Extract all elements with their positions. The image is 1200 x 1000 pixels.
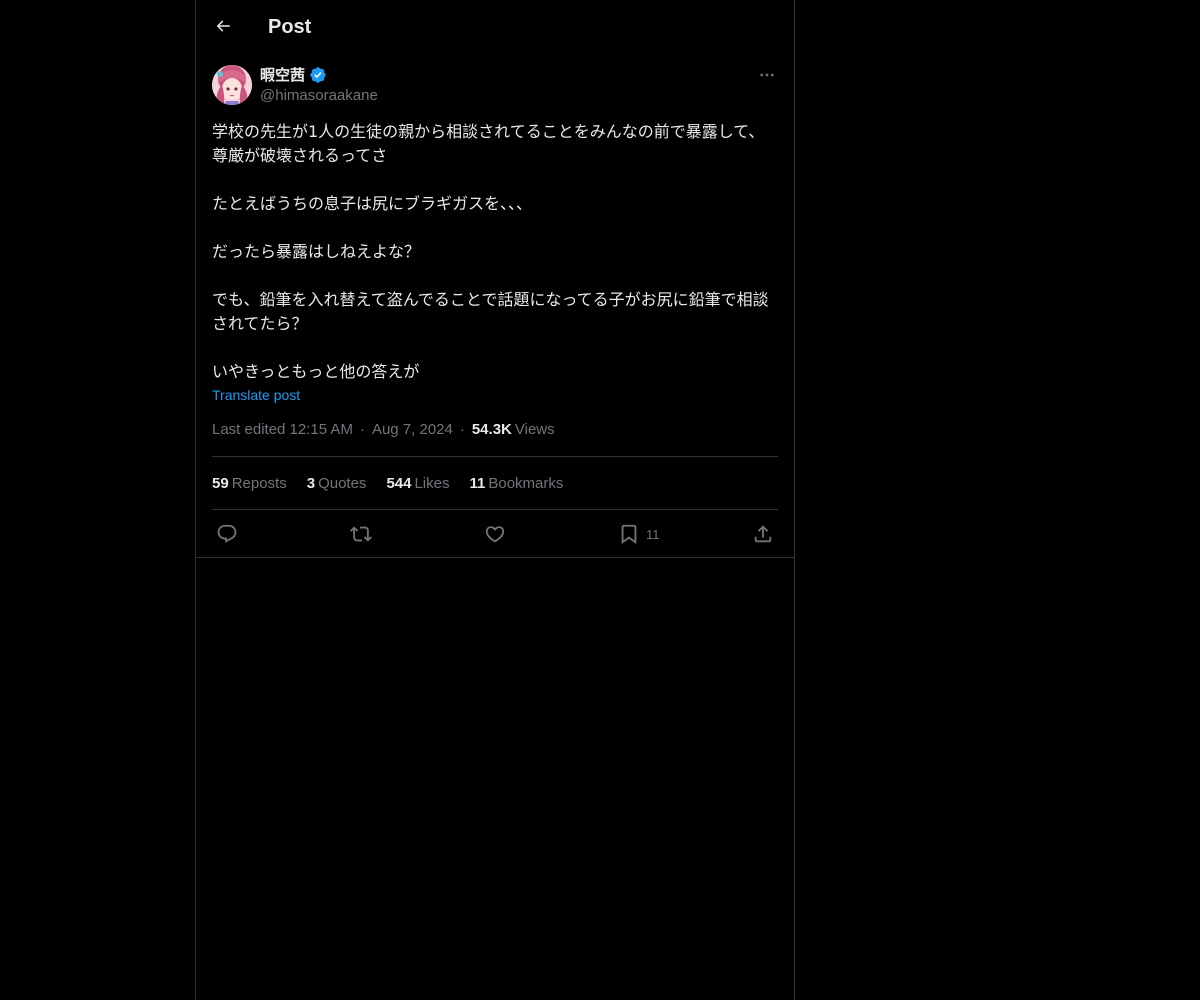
page-header: Post xyxy=(196,0,794,54)
likes-count: 544 xyxy=(386,474,412,492)
post: 暇空茜 @himasoraakane 学校の先生が1人の生徒の親から相談されてる… xyxy=(212,64,778,556)
quotes-label: Quotes xyxy=(318,474,367,492)
repost-icon xyxy=(350,526,372,542)
quotes-stat[interactable]: 3 Quotes xyxy=(307,475,367,492)
likes-label: Likes xyxy=(414,474,450,492)
views-label: Views xyxy=(514,421,555,438)
reposts-count: 59 xyxy=(212,474,229,492)
main-column: Post 暇空茜 @himasoraakane 学校の先生が1人の生徒の親から相… xyxy=(195,0,795,1000)
reply-icon xyxy=(217,524,237,543)
like-button[interactable] xyxy=(484,523,506,545)
page-title: Post xyxy=(268,16,312,38)
post-meta: Last edited 12:15 AM · Aug 7, 2024 · 54.… xyxy=(212,420,778,440)
more-options-button[interactable] xyxy=(756,64,778,86)
post-paragraph: だったら暴露はしねえよな？ xyxy=(212,242,421,261)
views-count: 54.3K xyxy=(471,421,512,438)
meta-separator: · xyxy=(459,421,465,438)
post-paragraph: いやきっともっと他の答えが xyxy=(212,362,420,381)
post-paragraph: たとえばうちの息子は尻にブラギガスを、、、 xyxy=(212,194,533,213)
author-handle[interactable]: @himasoraakane xyxy=(260,86,378,106)
action-bar: 11 xyxy=(212,510,778,556)
bookmarks-stat[interactable]: 11 Bookmarks xyxy=(470,475,564,492)
bookmark-count: 11 xyxy=(646,526,660,542)
more-horizontal-icon xyxy=(760,73,774,77)
quotes-count: 3 xyxy=(306,474,316,492)
author-name[interactable]: 暇空茜 xyxy=(260,65,305,85)
author-row: 暇空茜 @himasoraakane xyxy=(212,64,778,108)
edited-timestamp[interactable]: Last edited 12:15 AM xyxy=(212,420,353,440)
bookmarks-count: 11 xyxy=(469,474,486,492)
meta-separator: · xyxy=(359,421,365,438)
bookmark-icon xyxy=(621,524,637,545)
avatar[interactable] xyxy=(212,65,252,105)
translate-post-link[interactable]: Translate post xyxy=(212,386,300,404)
avatar-image xyxy=(212,65,252,105)
likes-stat[interactable]: 544 Likes xyxy=(386,475,449,492)
share-icon xyxy=(754,525,772,543)
reposts-stat[interactable]: 59 Reposts xyxy=(212,475,287,492)
share-button[interactable] xyxy=(752,523,774,545)
verified-badge-icon xyxy=(309,66,327,84)
post-bottom-border xyxy=(196,557,794,558)
post-paragraph: でも、鉛筆を入れ替えて盗んでることで話題になってる子がお尻に鉛筆で相談されてたら… xyxy=(212,290,769,333)
post-text: 学校の先生が1人の生徒の親から相談されてることをみんなの前で暴露して、尊厳が破壊… xyxy=(212,120,778,384)
bookmarks-label: Bookmarks xyxy=(488,474,564,492)
heart-icon xyxy=(485,526,505,543)
reply-button[interactable] xyxy=(216,523,238,545)
repost-button[interactable] xyxy=(350,523,372,545)
arrow-left-icon xyxy=(216,20,230,32)
bookmark-button[interactable]: 11 xyxy=(618,523,660,545)
post-date[interactable]: Aug 7, 2024 xyxy=(372,420,453,440)
reposts-label: Reposts xyxy=(231,474,287,492)
engagement-stats: 59 Reposts 3 Quotes 544 Likes 11 Bookmarks xyxy=(212,457,778,509)
author-name-row[interactable]: 暇空茜 xyxy=(260,65,327,85)
post-paragraph: 学校の先生が1人の生徒の親から相談されてることをみんなの前で暴露して、尊厳が破壊… xyxy=(212,122,765,165)
back-button[interactable] xyxy=(210,13,236,39)
